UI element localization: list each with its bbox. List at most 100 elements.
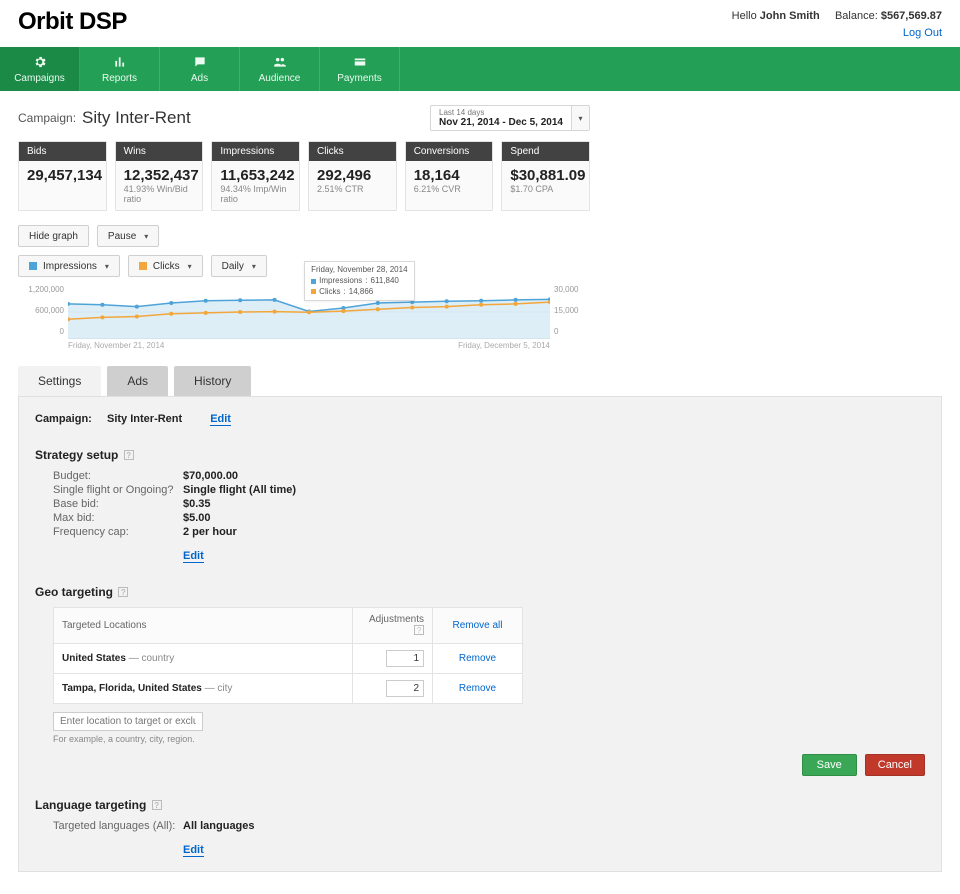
metric-title: Bids (19, 142, 106, 161)
budget-value: $70,000.00 (183, 470, 238, 482)
granularity-dropdown[interactable]: Daily ▾ (211, 255, 267, 277)
axis-tick: 600,000 (24, 306, 64, 315)
campaign-name: Sity Inter-Rent (82, 108, 191, 128)
table-row: United States — country Remove (54, 644, 523, 674)
help-icon[interactable]: ? (118, 587, 128, 597)
metric-title: Conversions (406, 142, 493, 161)
people-icon (273, 55, 287, 71)
nav-payments[interactable]: Payments (320, 47, 400, 91)
metric-sub: $1.70 CPA (502, 184, 589, 200)
date-range-label: Last 14 days (439, 109, 563, 117)
metric-sub: 2.51% CTR (309, 184, 396, 200)
geo-remove-link[interactable]: Remove (459, 683, 496, 694)
geo-location-input[interactable] (53, 712, 203, 731)
metric-title: Wins (116, 142, 203, 161)
campaign-bar: Campaign: Sity Inter-Rent Last 14 days N… (18, 105, 590, 131)
hide-graph-button[interactable]: Hide graph (18, 225, 89, 247)
series-b-dropdown[interactable]: Clicks ▾ (128, 255, 203, 277)
metric-value: 292,496 (309, 161, 396, 184)
geo-adjustment-input[interactable] (386, 650, 424, 667)
section-title-text: Language targeting (35, 798, 146, 812)
chart-tooltip: Friday, November 28, 2014 Impressions: 6… (304, 261, 414, 301)
freq-cap-label: Frequency cap: (53, 526, 183, 538)
chevron-down-icon: ▾ (144, 232, 148, 241)
pause-button[interactable]: Pause ▾ (97, 225, 159, 247)
metric-sub: 94.34% Imp/Win ratio (212, 184, 299, 210)
metric-value: 12,352,437 (116, 161, 203, 184)
bar-chart-icon (113, 55, 127, 71)
chart: 1,200,000 600,000 0 30,000 15,000 0 Frid… (18, 285, 590, 350)
metric-clicks[interactable]: Clicks 292,496 2.51% CTR (308, 141, 397, 211)
header-right: Hello John Smith Balance: $567,569.87 Lo… (732, 8, 942, 41)
metric-impressions[interactable]: Impressions 11,653,242 94.34% Imp/Win ra… (211, 141, 300, 211)
geo-remove-link[interactable]: Remove (459, 653, 496, 664)
geo-hint: For example, a country, city, region. (53, 734, 925, 744)
series-a-dropdown[interactable]: Impressions ▾ (18, 255, 120, 277)
nav-label: Campaigns (14, 73, 65, 84)
nav-label: Reports (102, 73, 137, 84)
metric-conversions[interactable]: Conversions 18,164 6.21% CVR (405, 141, 494, 211)
save-button[interactable]: Save (802, 754, 857, 776)
geo-adjustment-input[interactable] (386, 680, 424, 697)
settings-panel: Campaign: Sity Inter-Rent Edit Strategy … (18, 396, 942, 872)
edit-campaign-link[interactable]: Edit (210, 413, 231, 426)
nav-ads[interactable]: Ads (160, 47, 240, 91)
date-range-picker[interactable]: Last 14 days Nov 21, 2014 - Dec 5, 2014 … (430, 105, 590, 131)
metric-bids[interactable]: Bids 29,457,134 (18, 141, 107, 211)
strategy-section: Strategy setup ? Budget:$70,000.00 Singl… (35, 448, 925, 563)
nav-audience[interactable]: Audience (240, 47, 320, 91)
flight-label: Single flight or Ongoing? (53, 484, 183, 496)
metric-title: Impressions (212, 142, 299, 161)
date-range-body: Last 14 days Nov 21, 2014 - Dec 5, 2014 (431, 106, 571, 130)
date-range-value: Nov 21, 2014 - Dec 5, 2014 (439, 118, 563, 128)
tab-history[interactable]: History (174, 366, 251, 396)
help-icon[interactable]: ? (124, 450, 134, 460)
tooltip-value: 14,866 (349, 287, 373, 297)
language-value: All languages (183, 820, 255, 832)
tooltip-value: 611,840 (371, 276, 399, 286)
button-label: Pause (108, 231, 136, 242)
swatch-icon (139, 262, 147, 270)
freq-cap-value: 2 per hour (183, 526, 237, 538)
campaign-name-value: Sity Inter-Rent (107, 413, 182, 426)
logout-link[interactable]: Log Out (903, 27, 942, 39)
section-title-text: Strategy setup (35, 448, 118, 462)
help-icon[interactable]: ? (414, 625, 424, 635)
geo-row-name: United States (62, 653, 126, 664)
credit-card-icon (353, 55, 367, 71)
chart-area[interactable]: Friday, November 28, 2014 Impressions: 6… (68, 285, 550, 339)
tooltip-series: Clicks (319, 287, 340, 297)
geo-title: Geo targeting ? (35, 585, 925, 599)
help-icon[interactable]: ? (152, 800, 162, 810)
user-name: John Smith (760, 10, 820, 22)
base-bid-label: Base bid: (53, 498, 183, 510)
language-section: Language targeting ? Targeted languages … (35, 798, 925, 857)
edit-language-link[interactable]: Edit (183, 844, 204, 857)
x-start: Friday, November 21, 2014 (68, 341, 164, 350)
swatch-icon (311, 289, 316, 294)
nav-label: Audience (259, 73, 301, 84)
strategy-title: Strategy setup ? (35, 448, 925, 462)
campaign-label: Campaign: (18, 111, 76, 125)
tabs: Settings Ads History (18, 366, 942, 396)
axis-tick: 1,200,000 (24, 285, 64, 294)
tab-ads[interactable]: Ads (107, 366, 168, 396)
metric-value: 18,164 (406, 161, 493, 184)
primary-nav: Campaigns Reports Ads Audience Payments (0, 47, 960, 91)
cancel-button[interactable]: Cancel (865, 754, 925, 776)
nav-campaigns[interactable]: Campaigns (0, 47, 80, 91)
axis-tick: 0 (554, 327, 584, 336)
remove-all-link[interactable]: Remove all (452, 620, 502, 631)
max-bid-label: Max bid: (53, 512, 183, 524)
x-end: Friday, December 5, 2014 (458, 341, 550, 350)
edit-strategy-link[interactable]: Edit (183, 550, 204, 563)
table-row: Tampa, Florida, United States — city Rem… (54, 674, 523, 704)
metric-sub (19, 184, 106, 190)
chevron-down-icon: ▾ (571, 106, 589, 130)
nav-reports[interactable]: Reports (80, 47, 160, 91)
base-bid-value: $0.35 (183, 498, 211, 510)
metric-spend[interactable]: Spend $30,881.09 $1.70 CPA (501, 141, 590, 211)
metric-wins[interactable]: Wins 12,352,437 41.93% Win/Bid ratio (115, 141, 204, 211)
metric-sub: 6.21% CVR (406, 184, 493, 200)
tab-settings[interactable]: Settings (18, 366, 101, 396)
